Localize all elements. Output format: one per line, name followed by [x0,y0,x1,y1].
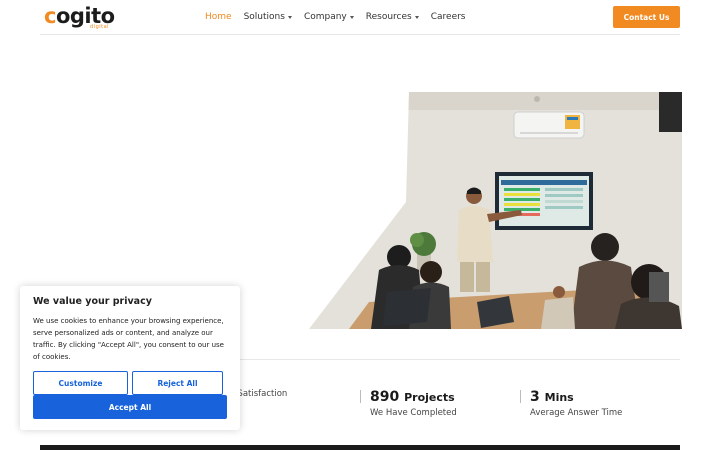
chevron-down-icon [349,15,354,19]
logo-accent-letter: c [44,4,56,28]
reject-all-button[interactable]: Reject All [132,371,223,395]
stat-label: Average Answer Time [530,408,623,418]
nav-item-solutions[interactable]: Solutions [244,12,292,22]
nav-label: Home [205,12,232,22]
nav-label: Careers [430,12,466,22]
chevron-down-icon [287,15,292,19]
hero-image [309,92,682,329]
cogito-logo[interactable]: cogito digital [44,4,116,30]
stat-unit: Projects [404,391,455,404]
nav-label: Company [303,12,347,22]
cookie-description: We use cookies to enhance your browsing … [33,317,224,361]
accept-all-button[interactable]: Accept All [33,395,227,419]
stat-value: 3 [530,389,540,405]
main-nav: Home Solutions Company Resources Careers [205,0,478,34]
contact-us-button[interactable]: Contact Us [613,6,680,28]
footer-bar [40,445,680,450]
cookie-title: We value your privacy [33,296,152,307]
nav-label: Resources [365,12,412,22]
stat-number: 890 Projects [370,388,457,407]
section-divider [240,359,680,360]
nav-item-careers[interactable]: Careers [431,12,466,22]
stat-number: 3 Mins [530,388,622,407]
nav-item-company[interactable]: Company [304,12,354,22]
site-header: cogito digital Home Solutions Company Re… [40,0,680,35]
stat-separator [520,390,521,403]
stat-separator [360,390,361,403]
cookie-consent-banner: We value your privacy We use cookies to … [20,286,240,430]
stat-answer-time: 3 Mins Average Answer Time [520,388,623,418]
stat-projects: 890 Projects We Have Completed [360,388,457,418]
chevron-down-icon [414,15,419,19]
stat-unit: Mins [544,391,574,404]
nav-label: Solutions [243,12,285,22]
customize-button[interactable]: Customize [33,371,128,395]
stat-value: 890 [370,389,400,405]
nav-item-home[interactable]: Home [205,12,232,22]
nav-item-resources[interactable]: Resources [366,12,419,22]
stat-label: We Have Completed [370,408,457,418]
logo-tag: digital [90,24,110,30]
